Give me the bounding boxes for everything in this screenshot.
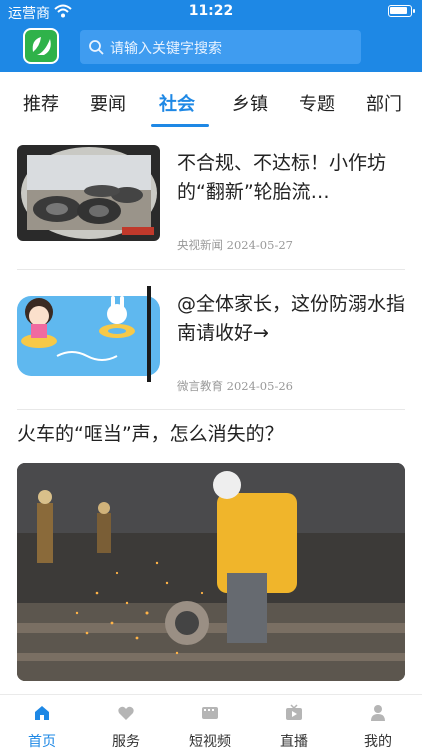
article-title[interactable]: 不合规、不达标！小作坊的“翻新”轮胎流… [177,149,405,207]
nav-label: 短视频 [189,734,231,750]
nav-services[interactable]: 服务 [84,695,168,750]
article-thumbnail [17,145,160,241]
nav-home[interactable]: 首页 [0,695,84,750]
tv-icon [286,704,302,720]
status-bar: 运营商 11:22 [0,0,422,24]
article-thumbnail [17,286,160,382]
film-icon [202,707,218,719]
article-date: 2024-05-27 [226,238,293,252]
nav-short-video[interactable]: 短视频 [168,695,252,750]
divider [17,269,405,270]
search-bar[interactable]: 请输入关键字搜索 [80,30,361,64]
article-date: 2024-05-26 [226,379,293,393]
tab-recommend[interactable]: 推荐 [23,90,59,116]
battery-icon [388,5,415,17]
category-tabs: 推荐 要闻 社会 乡镇 专题 部门 [0,72,422,130]
nav-profile[interactable]: 我的 [336,695,420,750]
search-icon [89,40,104,55]
news-item[interactable]: @全体家长，这份防溺水指南请收好→ 微言教育 2024-05-26 [17,286,405,396]
divider [17,409,405,410]
article-meta: 央视新闻 2024-05-27 [177,237,293,253]
top-header: 运营商 11:22 请输入关键字搜索 [0,0,422,72]
tab-headlines[interactable]: 要闻 [90,90,126,116]
search-placeholder: 请输入关键字搜索 [110,41,222,57]
tab-departments[interactable]: 部门 [366,90,402,116]
leaf-icon [32,37,51,55]
news-item[interactable]: 不合规、不达标！小作坊的“翻新”轮胎流… 央视新闻 2024-05-27 [17,145,405,255]
news-feed[interactable]: 不合规、不达标！小作坊的“翻新”轮胎流… 央视新闻 2024-05-27 @全体… [0,130,422,694]
person-icon [371,705,385,721]
article-title[interactable]: @全体家长，这份防溺水指南请收好→ [177,290,405,348]
nav-label: 我的 [364,734,392,750]
tab-topics[interactable]: 专题 [299,90,335,116]
app-logo[interactable] [23,28,59,64]
active-tab-indicator [151,124,209,127]
tab-society[interactable]: 社会 [159,90,195,116]
nav-label: 直播 [280,734,308,750]
article-source: 微言教育 [177,379,223,393]
featured-image[interactable] [17,463,405,681]
bottom-navigation: 首页 服务 短视频 直播 我的 [0,694,422,750]
tab-towns[interactable]: 乡镇 [232,90,268,116]
article-source: 央视新闻 [177,238,223,252]
article-meta: 微言教育 2024-05-26 [177,378,293,394]
nav-label: 首页 [28,734,56,750]
nav-live[interactable]: 直播 [252,695,336,750]
clock: 11:22 [188,3,234,19]
home-icon [35,706,49,720]
nav-label: 服务 [112,734,140,750]
app-screen: 运营商 11:22 请输入关键字搜索 推荐 要闻 社会 乡镇 专题 部门 不合规… [0,0,422,750]
heart-icon [118,706,134,720]
featured-title[interactable]: 火车的“哐当”声，怎么消失的？ [17,419,284,446]
